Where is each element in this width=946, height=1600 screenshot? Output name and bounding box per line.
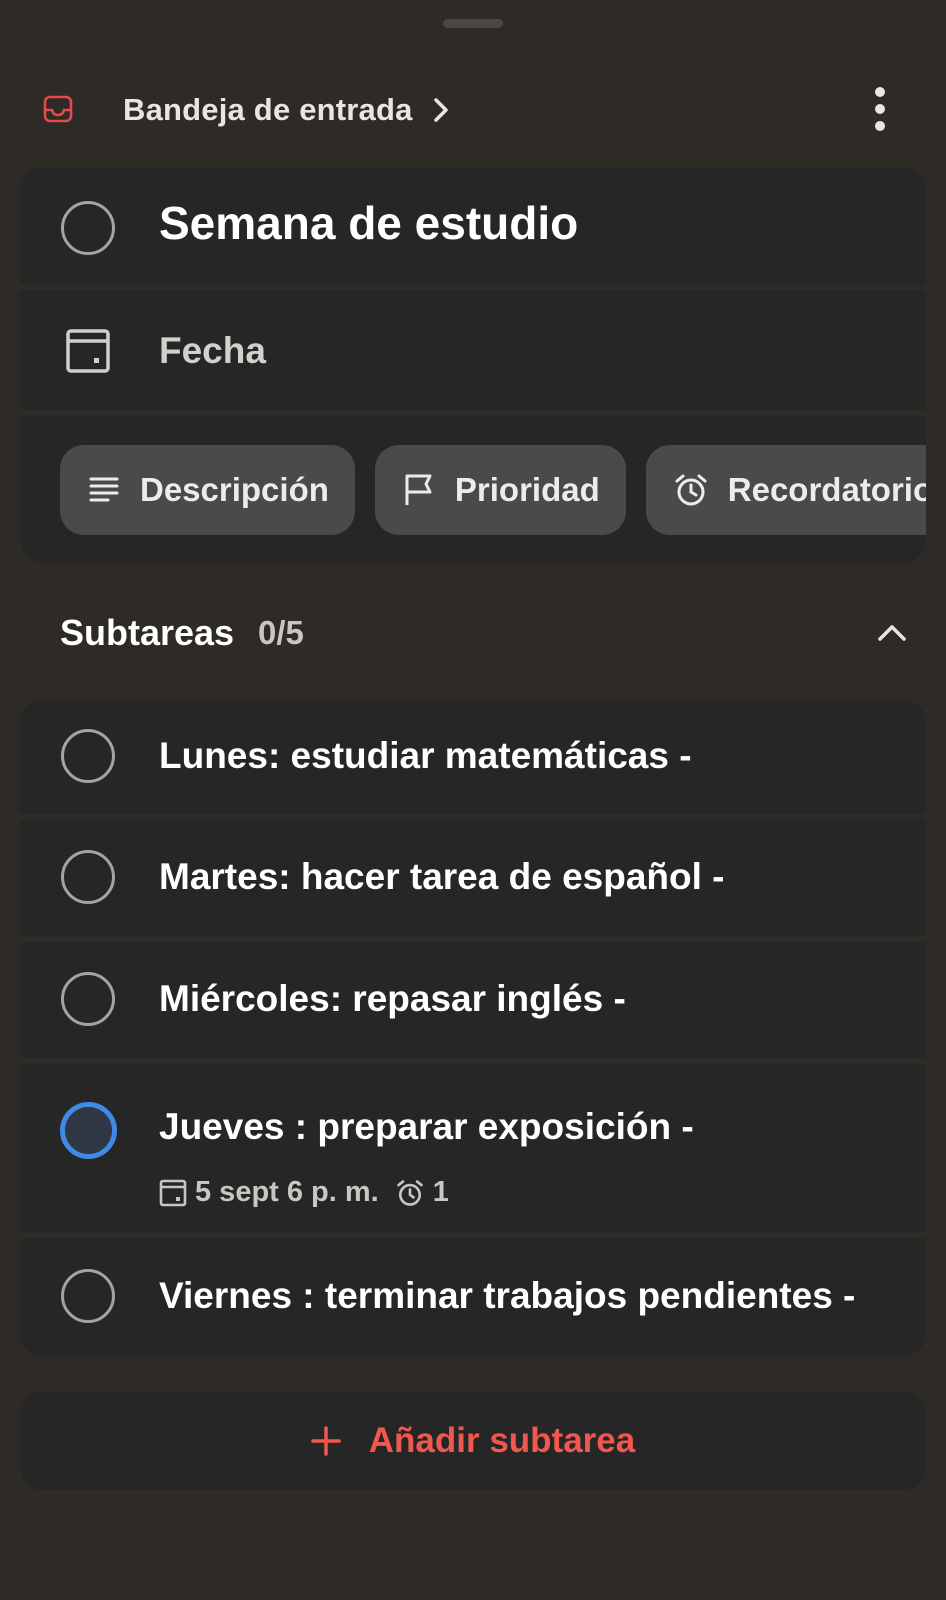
subtask-checkbox[interactable]	[61, 729, 115, 783]
priority-chip[interactable]: Prioridad	[374, 445, 626, 535]
subtask-label: Jueves : preparar exposición -	[159, 1106, 694, 1147]
subtask-label: Martes: hacer tarea de español -	[159, 856, 725, 897]
subtask-checkbox[interactable]	[61, 1269, 115, 1323]
subtasks-header[interactable]: Subtareas 0/5	[60, 612, 920, 662]
calendar-icon	[159, 1179, 187, 1206]
chip-row: Descripción Prioridad Recordatorios	[60, 445, 926, 535]
date-row[interactable]: Fecha	[20, 290, 926, 410]
add-subtask-button[interactable]: Añadir subtarea	[20, 1392, 926, 1490]
date-label: Fecha	[159, 330, 266, 371]
subtask-row[interactable]: Miércoles: repasar inglés -	[20, 942, 926, 1058]
breadcrumb-project[interactable]: Bandeja de entrada	[123, 92, 451, 128]
description-chip-label: Descripción	[140, 471, 329, 508]
chevron-up-icon[interactable]	[877, 621, 907, 643]
subtask-row[interactable]: Viernes : terminar trabajos pendientes -	[20, 1238, 926, 1356]
chevron-right-icon	[433, 98, 448, 122]
inbox-icon	[43, 95, 73, 123]
description-icon	[89, 477, 119, 502]
top-bar: Bandeja de entrada	[0, 80, 946, 140]
task-title[interactable]: Semana de estudio	[159, 196, 578, 250]
subtask-checkbox[interactable]	[61, 972, 115, 1026]
priority-chip-label: Prioridad	[454, 471, 600, 508]
subtask-checkbox[interactable]	[61, 850, 115, 904]
subtask-row[interactable]: Lunes: estudiar matemáticas -	[20, 700, 926, 814]
flag-icon	[405, 474, 432, 505]
add-subtask-label: Añadir subtarea	[368, 1421, 636, 1460]
drag-handle[interactable]	[443, 19, 503, 28]
subtask-row[interactable]: Jueves : preparar exposición - 5 sept 6 …	[20, 1064, 926, 1232]
subtask-reminder-count: 1	[432, 1176, 449, 1208]
subtask-label: Lunes: estudiar matemáticas -	[159, 735, 692, 776]
subtask-label: Viernes : terminar trabajos pendientes -	[159, 1275, 856, 1316]
task-title-card: Semana de estudio	[20, 168, 926, 284]
subtask-row[interactable]: Martes: hacer tarea de español -	[20, 820, 926, 936]
calendar-icon	[66, 329, 110, 373]
subtasks-title: Subtareas	[60, 612, 235, 653]
reminders-chip-label: Recordatorios	[727, 471, 926, 508]
task-attributes-card: Descripción Prioridad Recordatorios	[20, 416, 926, 564]
alarm-icon	[396, 1179, 423, 1206]
subtask-checkbox[interactable]	[60, 1102, 117, 1159]
more-vertical-icon[interactable]	[872, 86, 888, 132]
subtask-label: Miércoles: repasar inglés -	[159, 978, 626, 1019]
subtask-due-date: 5 sept 6 p. m.	[195, 1176, 379, 1208]
breadcrumb-label: Bandeja de entrada	[123, 92, 413, 127]
subtask-meta: 5 sept 6 p. m. 1	[159, 1176, 449, 1209]
subtasks-count: 0/5	[258, 614, 304, 651]
alarm-icon	[675, 474, 707, 506]
task-detail-sheet: Bandeja de entrada Semana de estudio Fec…	[0, 0, 946, 1600]
description-chip[interactable]: Descripción	[60, 445, 355, 535]
plus-icon	[311, 1426, 341, 1456]
task-complete-checkbox[interactable]	[61, 201, 115, 255]
reminders-chip[interactable]: Recordatorios	[645, 445, 926, 535]
